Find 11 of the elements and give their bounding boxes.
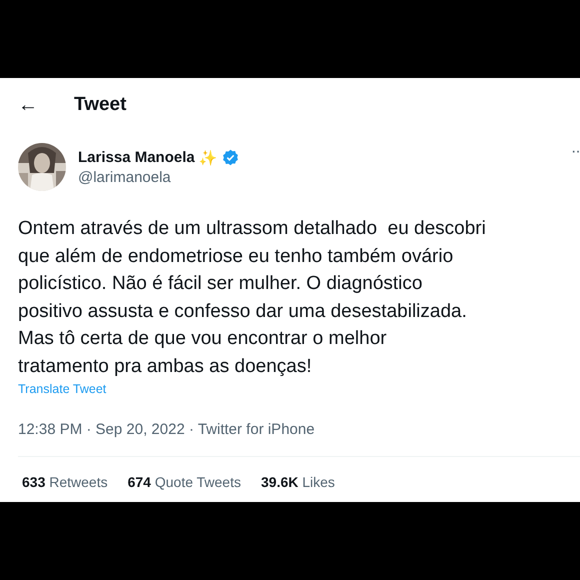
stat-count[interactable]: 674 Quote Tweets — [128, 474, 241, 490]
author-handle: @larimanoela — [78, 168, 172, 186]
more-button[interactable]: ··· — [571, 143, 580, 161]
sparkles-emoji: ✨ — [198, 148, 218, 166]
page-title: Tweet — [74, 94, 126, 116]
back-button[interactable]: ← — [18, 94, 74, 116]
author-name: Larissa Manoela — [78, 149, 195, 166]
stat-count[interactable]: 633 Retweets — [22, 474, 108, 490]
stat-count[interactable]: 39.6K Likes — [261, 474, 335, 490]
tweet-text: Ontem através de um ultrassom detalhado eu descobri que além de endometriose eu tenho também ovário policístico. Não é fácil ser mulher. O diagnóstico positivo assusta e confesso dar uma desestabilizada. Mas tô certa de que vou encontrar o melhor tratamento pra ambas as doenças! — [18, 217, 487, 378]
tweet-timestamp: 12:38 PM · Sep 20, 2022 · Twitter for iPhone — [18, 421, 316, 438]
